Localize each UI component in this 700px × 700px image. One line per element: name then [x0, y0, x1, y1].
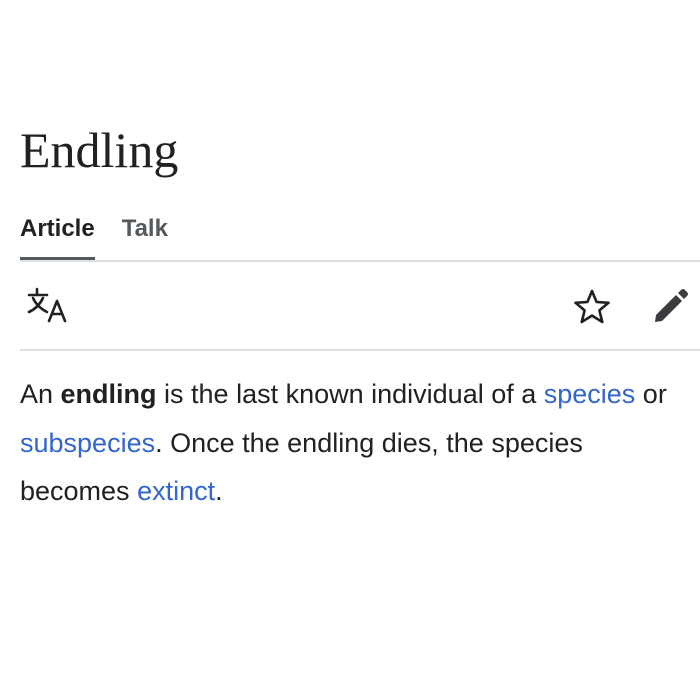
language-button[interactable]	[26, 285, 72, 327]
text-segment: .	[215, 476, 223, 506]
language-translate-icon	[27, 287, 67, 323]
article-page: Endling Article Talk An endling is the l…	[0, 0, 700, 700]
page-tabs: Article Talk	[20, 210, 168, 260]
toolbar-divider	[20, 349, 700, 351]
pencil-icon	[655, 289, 688, 322]
tabs-divider	[20, 260, 700, 262]
text-segment: is the last known individual of a	[156, 379, 544, 409]
article-lead-paragraph: An endling is the last known individual …	[20, 370, 690, 516]
extinct-link[interactable]: extinct	[137, 476, 215, 506]
star-outline-icon	[574, 289, 610, 324]
text-segment: An	[20, 379, 61, 409]
bold-term: endling	[60, 379, 157, 409]
page-title: Endling	[20, 122, 179, 178]
text-segment: or	[635, 379, 667, 409]
subspecies-link[interactable]: subspecies	[20, 428, 155, 458]
watch-button[interactable]	[570, 285, 614, 329]
tab-talk[interactable]: Talk	[122, 210, 168, 260]
edit-button[interactable]	[648, 283, 692, 327]
species-link[interactable]: species	[544, 379, 636, 409]
tab-article[interactable]: Article	[20, 210, 95, 260]
